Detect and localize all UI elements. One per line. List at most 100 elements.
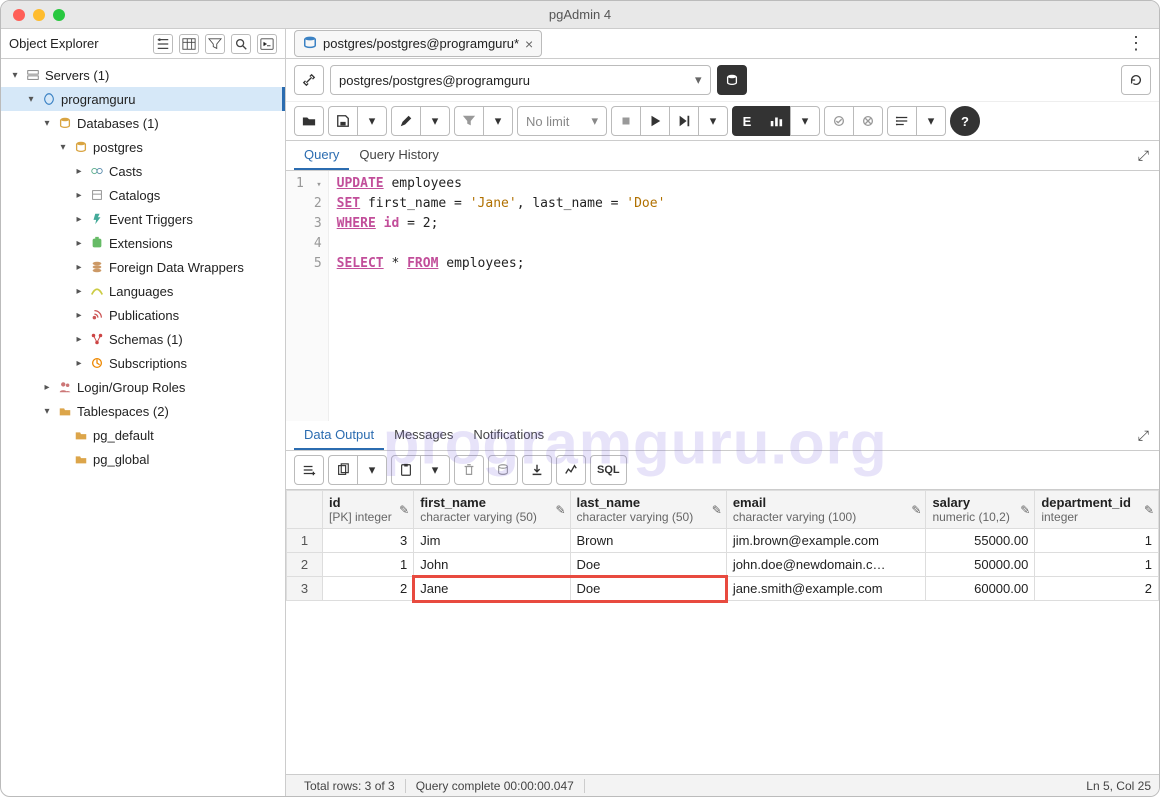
tree-arrow-icon[interactable]: ▾ <box>25 94 37 105</box>
tree-arrow-icon[interactable]: ▾ <box>41 118 53 129</box>
rollback-button[interactable] <box>853 106 883 136</box>
table-row[interactable]: 32JaneDoejane.smith@example.com60000.002 <box>287 577 1159 601</box>
table-row[interactable]: 21JohnDoejohn.doe@newdomain.c…50000.001 <box>287 553 1159 577</box>
save-file-button[interactable] <box>328 106 358 136</box>
download-button[interactable] <box>522 455 552 485</box>
commit-button[interactable] <box>824 106 854 136</box>
tree-item[interactable]: ▸Catalogs <box>1 183 285 207</box>
explain-analyze-button[interactable] <box>761 106 791 136</box>
explain-button[interactable]: E <box>732 106 762 136</box>
cell-department-id[interactable]: 1 <box>1035 529 1159 553</box>
copy-button[interactable] <box>328 455 358 485</box>
tree-item[interactable]: ▾programguru <box>1 87 285 111</box>
tree-item[interactable]: ▸Login/Group Roles <box>1 375 285 399</box>
save-dropdown-button[interactable]: ▾ <box>357 106 387 136</box>
help-button[interactable]: ? <box>950 106 980 136</box>
graph-visualizer-button[interactable] <box>556 455 586 485</box>
tree-arrow-icon[interactable]: ▸ <box>73 166 85 177</box>
tree-arrow-icon[interactable]: ▾ <box>9 70 21 81</box>
cell-id[interactable]: 3 <box>323 529 414 553</box>
tree-item[interactable]: ▾Servers (1) <box>1 63 285 87</box>
cell-salary[interactable]: 60000.00 <box>926 577 1035 601</box>
edit-column-icon[interactable]: ✎ <box>712 503 722 517</box>
connection-status-icon[interactable] <box>294 65 324 95</box>
cancel-query-button[interactable] <box>611 106 641 136</box>
edit-dropdown-button[interactable]: ▾ <box>420 106 450 136</box>
query-tool-icon[interactable] <box>153 34 173 54</box>
explain-dropdown-button[interactable]: ▾ <box>790 106 820 136</box>
sql-view-button[interactable]: SQL <box>590 455 627 485</box>
edit-column-icon[interactable]: ✎ <box>399 503 409 517</box>
filter-dropdown-button[interactable]: ▾ <box>483 106 513 136</box>
cell-last-name[interactable]: Doe <box>570 577 726 601</box>
maximize-window-button[interactable] <box>53 9 65 21</box>
tree-arrow-icon[interactable]: ▸ <box>73 214 85 225</box>
code-area[interactable]: UPDATE employees SET first_name = 'Jane'… <box>329 171 674 421</box>
tab-notifications[interactable]: Notifications <box>463 421 554 450</box>
add-row-button[interactable] <box>294 455 324 485</box>
delete-row-button[interactable] <box>454 455 484 485</box>
tree-item[interactable]: ▾postgres <box>1 135 285 159</box>
edit-column-icon[interactable]: ✎ <box>555 503 565 517</box>
cell-email[interactable]: jane.smith@example.com <box>726 577 926 601</box>
cell-department-id[interactable]: 2 <box>1035 577 1159 601</box>
edit-column-icon[interactable]: ✎ <box>1020 503 1030 517</box>
tree-item[interactable]: ▸Casts <box>1 159 285 183</box>
macros-button[interactable] <box>887 106 917 136</box>
close-window-button[interactable] <box>13 9 25 21</box>
view-data-icon[interactable] <box>179 34 199 54</box>
tab-query[interactable]: Query <box>294 141 349 170</box>
filter-button[interactable] <box>454 106 484 136</box>
column-header[interactable]: id[PK] integer✎ <box>323 491 414 529</box>
row-number[interactable]: 2 <box>287 553 323 577</box>
cell-last-name[interactable]: Doe <box>570 553 726 577</box>
search-objects-icon[interactable] <box>231 34 251 54</box>
cell-salary[interactable]: 55000.00 <box>926 529 1035 553</box>
edit-column-icon[interactable]: ✎ <box>1144 503 1154 517</box>
cell-department-id[interactable]: 1 <box>1035 553 1159 577</box>
column-header[interactable]: first_namecharacter varying (50)✎ <box>414 491 570 529</box>
column-header[interactable]: salarynumeric (10,2)✎ <box>926 491 1035 529</box>
cell-id[interactable]: 1 <box>323 553 414 577</box>
tab-messages[interactable]: Messages <box>384 421 463 450</box>
row-number[interactable]: 1 <box>287 529 323 553</box>
execute-options-button[interactable] <box>669 106 699 136</box>
cell-id[interactable]: 2 <box>323 577 414 601</box>
tree-arrow-icon[interactable]: ▸ <box>73 262 85 273</box>
tree-item[interactable]: pg_default <box>1 423 285 447</box>
copy-dropdown-button[interactable]: ▾ <box>357 455 387 485</box>
tree-arrow-icon[interactable]: ▸ <box>73 286 85 297</box>
cell-last-name[interactable]: Brown <box>570 529 726 553</box>
tree-item[interactable]: ▸Subscriptions <box>1 351 285 375</box>
tree-item[interactable]: ▸Schemas (1) <box>1 327 285 351</box>
tree-arrow-icon[interactable]: ▸ <box>73 190 85 201</box>
tree-item[interactable]: pg_global <box>1 447 285 471</box>
cell-first-name[interactable]: John <box>414 553 570 577</box>
tree-item[interactable]: ▸Extensions <box>1 231 285 255</box>
execute-dropdown-button[interactable]: ▾ <box>698 106 728 136</box>
result-grid[interactable]: id[PK] integer✎first_namecharacter varyi… <box>286 490 1159 601</box>
column-header[interactable]: department_idinteger✎ <box>1035 491 1159 529</box>
tree-arrow-icon[interactable]: ▾ <box>41 406 53 417</box>
editor-tab[interactable]: postgres/postgres@programguru* × <box>294 30 542 57</box>
paste-button[interactable] <box>391 455 421 485</box>
table-row[interactable]: 13JimBrownjim.brown@example.com55000.001 <box>287 529 1159 553</box>
tree-arrow-icon[interactable]: ▸ <box>41 382 53 393</box>
expand-output-icon[interactable]: ⤢ <box>1138 427 1149 444</box>
tree-item[interactable]: ▾Databases (1) <box>1 111 285 135</box>
tree-arrow-icon[interactable]: ▸ <box>73 310 85 321</box>
macros-dropdown-button[interactable]: ▾ <box>916 106 946 136</box>
sql-editor[interactable]: 1 ▾2345 UPDATE employees SET first_name … <box>286 171 1159 421</box>
tree-item[interactable]: ▸Event Triggers <box>1 207 285 231</box>
tree-item[interactable]: ▸Foreign Data Wrappers <box>1 255 285 279</box>
tree-arrow-icon[interactable]: ▸ <box>73 334 85 345</box>
tab-data-output[interactable]: Data Output <box>294 421 384 450</box>
execute-button[interactable] <box>640 106 670 136</box>
expand-editor-icon[interactable]: ⤢ <box>1138 147 1149 164</box>
cell-email[interactable]: jim.brown@example.com <box>726 529 926 553</box>
edit-button[interactable] <box>391 106 421 136</box>
cell-salary[interactable]: 50000.00 <box>926 553 1035 577</box>
paste-dropdown-button[interactable]: ▾ <box>420 455 450 485</box>
psql-tool-icon[interactable] <box>257 34 277 54</box>
new-connection-button[interactable] <box>717 65 747 95</box>
